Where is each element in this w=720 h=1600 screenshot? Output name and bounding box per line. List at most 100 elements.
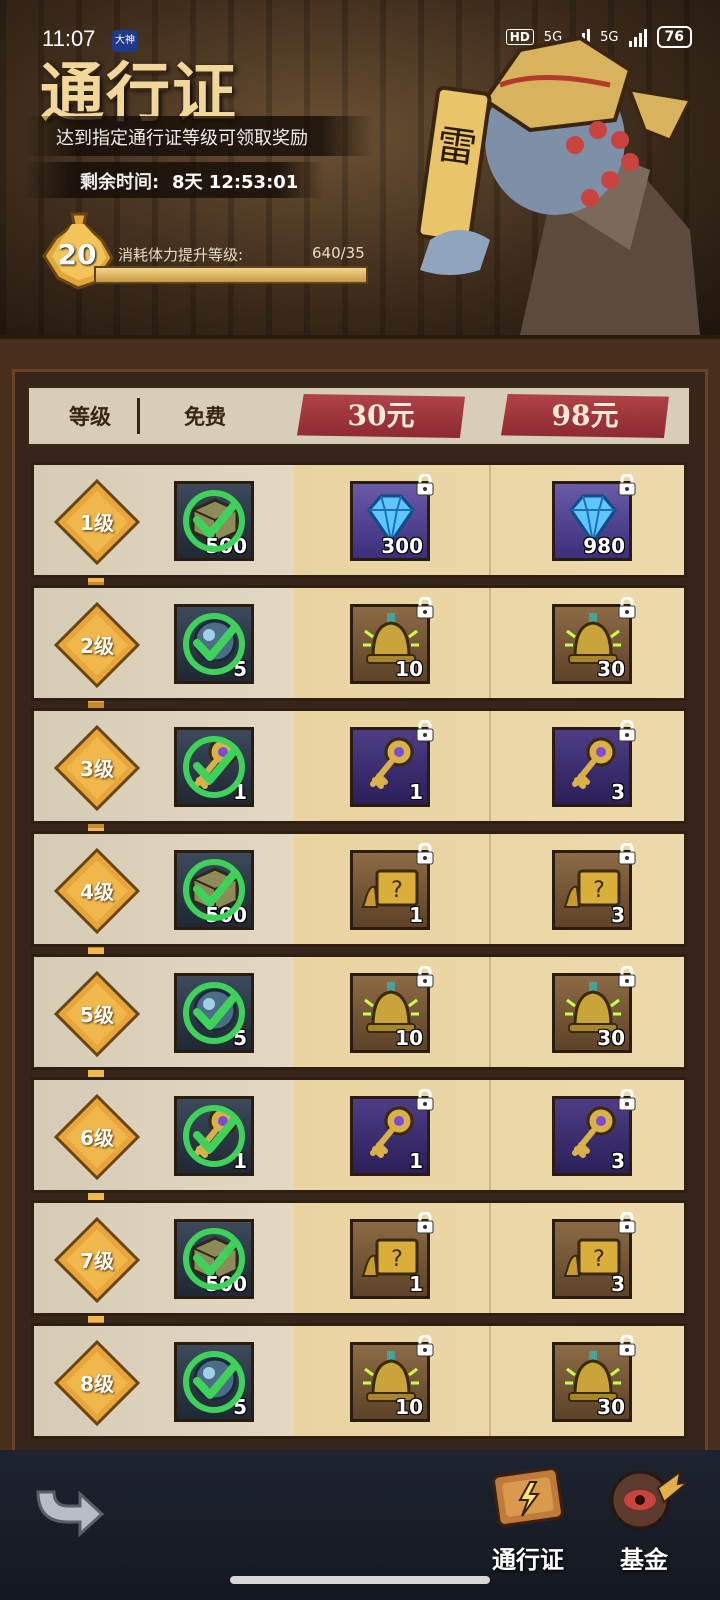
svg-text:?: ? <box>593 878 605 903</box>
reward-slot-t30[interactable]: 1 <box>350 1089 434 1176</box>
tier-98-button[interactable]: 98元 <box>501 394 669 438</box>
reward-row: 1级 500 300 980 <box>31 462 687 578</box>
nav-battle-pass-label: 通行证 <box>492 1546 564 1574</box>
column-header: 等级 免费 30元 98元 <box>26 385 692 447</box>
lock-icon <box>618 474 636 496</box>
shaman-character-illustration: 雷 <box>416 35 700 335</box>
row-level-label: 2级 <box>80 634 114 658</box>
exp-label: 消耗体力提升等级: <box>118 246 244 264</box>
reward-slot-t98[interactable]: 980 <box>552 474 636 561</box>
tier-30-button[interactable]: 30元 <box>297 394 465 438</box>
reward-slot-t98[interactable]: 30 <box>552 966 636 1053</box>
reward-slot-free[interactable]: 1 <box>174 727 254 807</box>
lock-icon <box>618 720 636 742</box>
claimed-check-icon <box>183 490 245 552</box>
lock-icon <box>416 597 434 619</box>
svg-text:?: ? <box>391 1247 403 1272</box>
reward-slot-t30[interactable]: 10 <box>350 966 434 1053</box>
row-divider <box>489 465 491 575</box>
reward-rows: 1级 500 300 980 2级 5 10 30 3级 1 1 3 4级 50… <box>26 462 692 1446</box>
reward-quantity: 1 <box>409 1272 423 1296</box>
claimed-check-icon <box>183 1228 245 1290</box>
row-divider <box>489 957 491 1067</box>
reward-slot-t30[interactable]: 10 <box>350 597 434 684</box>
nav-fund-label: 基金 <box>620 1546 668 1574</box>
row-divider <box>489 1203 491 1313</box>
reward-slot-free[interactable]: 1 <box>174 1096 254 1176</box>
subtitle-text: 达到指定通行证等级可领取奖励 <box>56 128 308 149</box>
exp-value: 640/35 <box>312 244 365 262</box>
fund-emblem-icon <box>610 1469 689 1530</box>
claimed-check-icon <box>183 1105 245 1167</box>
reward-quantity: 10 <box>395 1026 423 1050</box>
nav-battle-pass[interactable]: 通行证 <box>478 1458 578 1578</box>
reward-slot-t30[interactable]: 10 <box>350 1335 434 1422</box>
reward-slot-free[interactable]: 5 <box>174 1342 254 1422</box>
time-remaining-label: 剩余时间: <box>80 172 160 193</box>
time-remaining-value: 8天 12:53:01 <box>172 172 299 193</box>
reward-quantity: 980 <box>583 534 625 558</box>
reward-slot-free[interactable]: 500 <box>174 850 254 930</box>
lock-icon <box>416 1335 434 1357</box>
reward-slot-t30[interactable]: ? 1 <box>350 1212 434 1299</box>
reward-slot-t98[interactable]: ? 3 <box>552 843 636 930</box>
reward-slot-free[interactable]: 500 <box>174 481 254 561</box>
reward-quantity: 3 <box>611 1272 625 1296</box>
reward-quantity: 30 <box>597 1026 625 1050</box>
lock-icon <box>618 843 636 865</box>
reward-slot-t98[interactable]: 3 <box>552 720 636 807</box>
reward-quantity: 10 <box>395 657 423 681</box>
row-divider <box>489 588 491 698</box>
battle-pass-ticket-icon <box>492 1467 564 1527</box>
reward-slot-free[interactable]: 5 <box>174 604 254 684</box>
reward-quantity: 3 <box>611 903 625 927</box>
reward-slot-t98[interactable]: 30 <box>552 597 636 684</box>
exp-progress-fill <box>96 268 366 282</box>
lock-icon <box>618 1335 636 1357</box>
row-level-label: 1级 <box>80 511 114 535</box>
exp-progress-bar <box>94 266 368 284</box>
home-indicator[interactable] <box>230 1576 490 1584</box>
row-divider <box>489 834 491 944</box>
reward-row: 8级 5 10 30 <box>31 1323 687 1439</box>
reward-quantity: 30 <box>597 1395 625 1419</box>
row-divider <box>489 1080 491 1190</box>
lock-icon <box>618 597 636 619</box>
lock-icon <box>618 1212 636 1234</box>
claimed-check-icon <box>183 859 245 921</box>
reward-slot-t30[interactable]: ? 1 <box>350 843 434 930</box>
reward-quantity: 3 <box>611 780 625 804</box>
lock-icon <box>416 720 434 742</box>
row-level-label: 6级 <box>80 1126 114 1150</box>
reward-row: 7级 500 ? 1 ? 3 <box>31 1200 687 1316</box>
reward-slot-t30[interactable]: 1 <box>350 720 434 807</box>
reward-row: 6级 1 1 3 <box>31 1077 687 1193</box>
lock-icon <box>618 1089 636 1111</box>
reward-row: 5级 5 10 30 <box>31 954 687 1070</box>
row-level-label: 5级 <box>80 1003 114 1027</box>
battle-pass-screen: 11:07 大神 HD 5G 5G 76 通行证 达到指定通行证等级可领取奖励 … <box>0 0 720 1600</box>
row-level-label: 3级 <box>80 757 114 781</box>
lock-icon <box>416 1212 434 1234</box>
back-arrow-icon[interactable] <box>28 1472 108 1542</box>
row-level-label: 8级 <box>80 1372 114 1396</box>
reward-slot-t30[interactable]: 300 <box>350 474 434 561</box>
reward-row: 2级 5 10 30 <box>31 585 687 701</box>
header-banner: 11:07 大神 HD 5G 5G 76 通行证 达到指定通行证等级可领取奖励 … <box>0 0 720 340</box>
reward-slot-t98[interactable]: 3 <box>552 1089 636 1176</box>
lock-icon <box>416 474 434 496</box>
reward-quantity: 1 <box>409 903 423 927</box>
reward-slot-free[interactable]: 500 <box>174 1219 254 1299</box>
claimed-check-icon <box>183 736 245 798</box>
reward-slot-free[interactable]: 5 <box>174 973 254 1053</box>
row-divider <box>489 1326 491 1436</box>
reward-slot-t98[interactable]: 30 <box>552 1335 636 1422</box>
column-free-label: 免费 <box>184 405 226 429</box>
reward-slot-t98[interactable]: ? 3 <box>552 1212 636 1299</box>
row-level-label: 4级 <box>80 880 114 904</box>
nav-fund[interactable]: 基金 <box>594 1458 694 1578</box>
claimed-check-icon <box>183 982 245 1044</box>
row-level-label: 7级 <box>80 1249 114 1273</box>
reward-row: 3级 1 1 3 <box>31 708 687 824</box>
reward-row: 4级 500 ? 1 ? 3 <box>31 831 687 947</box>
